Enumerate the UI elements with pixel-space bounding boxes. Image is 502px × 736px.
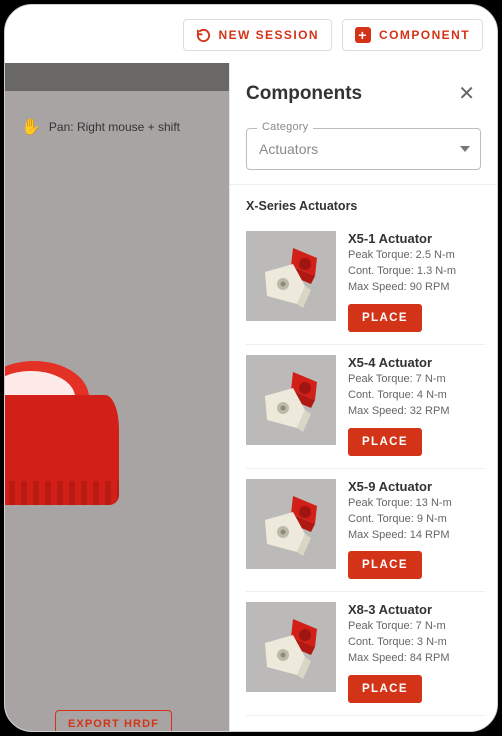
hand-icon: ✋ — [21, 117, 41, 137]
place-button[interactable]: PLACE — [348, 675, 422, 703]
component-name: X5-1 Actuator — [348, 231, 479, 246]
pan-hint-text: Pan: Right mouse + shift — [49, 120, 180, 134]
place-button[interactable]: PLACE — [348, 551, 422, 579]
pan-hint: ✋ Pan: Right mouse + shift — [21, 117, 180, 137]
place-button[interactable]: PLACE — [348, 304, 422, 332]
spec-cont: Cont. Torque: 4 N-m — [348, 388, 479, 404]
place-button[interactable]: PLACE — [348, 428, 422, 456]
components-list[interactable]: X5-1 Actuator Peak Torque: 2.5 N-m Cont.… — [230, 221, 497, 724]
add-component-button[interactable]: + COMPONENT — [342, 19, 483, 51]
spec-cont: Cont. Torque: 3 N-m — [348, 635, 479, 651]
spec-speed: Max Speed: 14 RPM — [348, 528, 479, 544]
new-session-label: NEW SESSION — [219, 28, 320, 42]
component-card: X5-9 Actuator Peak Torque: 13 N-m Cont. … — [246, 469, 485, 593]
category-value: Actuators — [259, 141, 318, 157]
spec-peak: Peak Torque: 13 N-m — [348, 496, 479, 512]
spec-speed: Max Speed: 84 RPM — [348, 651, 479, 667]
component-thumbnail — [246, 602, 336, 692]
component-card: X8-3 Actuator Peak Torque: 7 N-m Cont. T… — [246, 592, 485, 716]
spec-peak: Peak Torque: 7 N-m — [348, 619, 479, 635]
panel-title: Components — [246, 83, 362, 105]
category-select[interactable]: Category Actuators — [246, 128, 481, 170]
viewport-3d[interactable]: ✋ Pan: Right mouse + shift EXPORT HRDF — [5, 63, 229, 731]
add-component-label: COMPONENT — [379, 28, 470, 42]
close-icon[interactable]: ✕ — [452, 77, 481, 110]
component-card: X5-4 Actuator Peak Torque: 7 N-m Cont. T… — [246, 345, 485, 469]
component-name: X8-3 Actuator — [348, 602, 479, 617]
spec-speed: Max Speed: 90 RPM — [348, 280, 479, 296]
new-session-button[interactable]: NEW SESSION — [183, 19, 333, 51]
spec-cont: Cont. Torque: 1.3 N-m — [348, 264, 479, 280]
component-thumbnail — [246, 231, 336, 321]
component-thumbnail — [246, 355, 336, 445]
component-name: X5-9 Actuator — [348, 479, 479, 494]
component-name: X5-4 Actuator — [348, 355, 479, 370]
components-panel: Components ✕ Category Actuators X-Series… — [229, 63, 497, 731]
category-float-label: Category — [257, 121, 313, 133]
plus-icon: + — [355, 27, 371, 43]
export-hrdf-button[interactable]: EXPORT HRDF — [55, 710, 172, 731]
model-actuator — [5, 323, 145, 523]
export-label: EXPORT HRDF — [68, 718, 159, 730]
component-card: X5-1 Actuator Peak Torque: 2.5 N-m Cont.… — [246, 221, 485, 345]
topbar: NEW SESSION + COMPONENT — [5, 5, 497, 63]
chevron-down-icon — [460, 146, 470, 152]
spec-speed: Max Speed: 32 RPM — [348, 404, 479, 420]
section-heading: X-Series Actuators — [230, 185, 497, 221]
spec-peak: Peak Torque: 7 N-m — [348, 372, 479, 388]
viewport-topstrip — [5, 63, 229, 91]
spec-cont: Cont. Torque: 9 N-m — [348, 512, 479, 528]
component-thumbnail — [246, 479, 336, 569]
spec-peak: Peak Torque: 2.5 N-m — [348, 248, 479, 264]
refresh-icon — [196, 28, 211, 43]
